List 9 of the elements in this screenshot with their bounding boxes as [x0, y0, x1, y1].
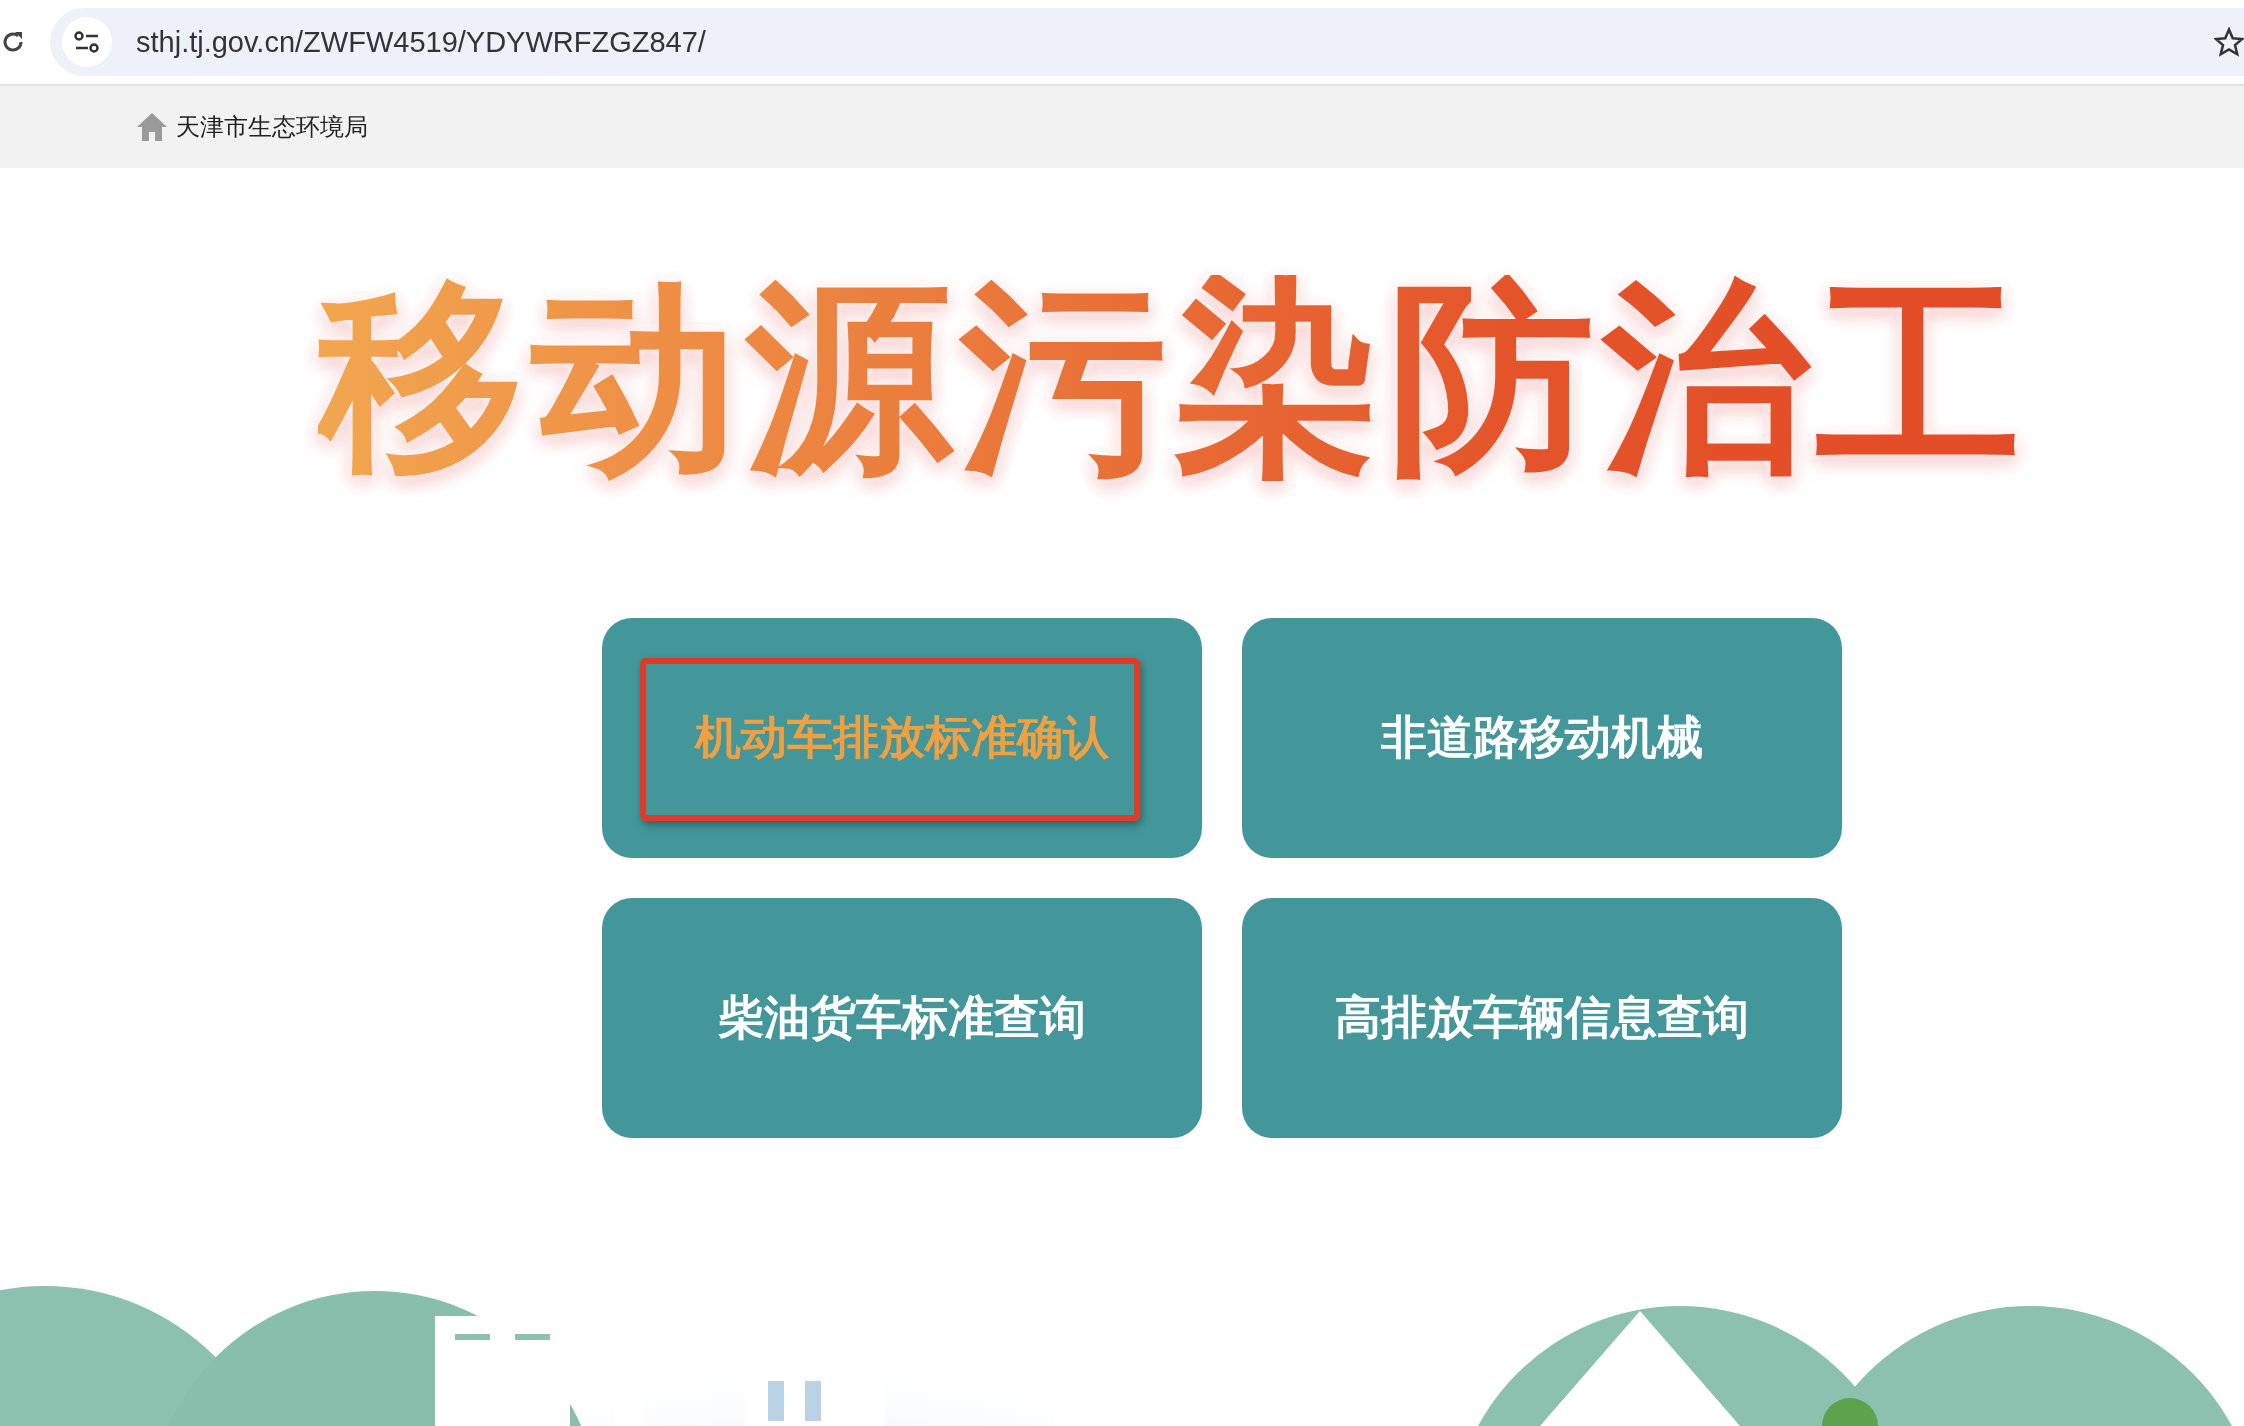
url-text: sthj.tj.gov.cn/ZWFW4519/YDYWRFZGZ847/ — [136, 25, 707, 59]
reload-icon[interactable] — [2, 29, 24, 55]
menu-tile-button[interactable]: 非道路移动机械 — [1242, 618, 1842, 858]
star-icon[interactable] — [2214, 27, 2244, 57]
menu-tile-button[interactable]: 高排放车辆信息查询 — [1242, 898, 1842, 1138]
menu-tile-button[interactable]: 柴油货车标准查询 — [602, 898, 1202, 1138]
site-settings-icon[interactable] — [62, 17, 112, 67]
breadcrumb-link[interactable]: 天津市生态环境局 — [176, 111, 368, 143]
address-bar[interactable]: sthj.tj.gov.cn/ZWFW4519/YDYWRFZGZ847/ — [50, 8, 2244, 76]
